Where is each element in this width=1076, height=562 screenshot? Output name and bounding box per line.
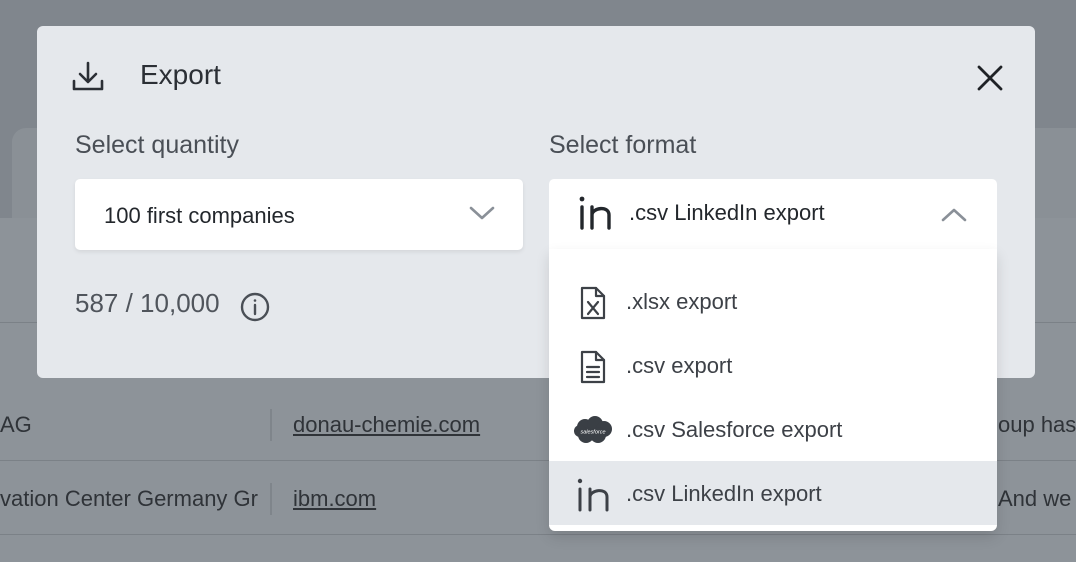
column-separator bbox=[270, 483, 272, 515]
company-cell: vation Center Germany Gr bbox=[0, 486, 258, 511]
option-label: .xlsx export bbox=[626, 289, 738, 314]
domain-link[interactable]: ibm.com bbox=[293, 486, 376, 512]
chevron-down-icon bbox=[469, 206, 495, 220]
format-select[interactable]: .csv LinkedIn export bbox=[549, 179, 997, 250]
modal-title: Export bbox=[140, 59, 221, 90]
document-icon bbox=[580, 350, 606, 384]
description-cell: And we bbox=[998, 486, 1072, 511]
chevron-up-icon bbox=[941, 208, 967, 222]
company-cell: AG bbox=[0, 412, 32, 437]
svg-text:salesforce: salesforce bbox=[580, 430, 605, 436]
quantity-value: 100 first companies bbox=[104, 203, 295, 228]
option-label: .csv LinkedIn export bbox=[626, 481, 822, 506]
linkedin-icon bbox=[577, 478, 609, 512]
option-label: .csv export bbox=[626, 353, 733, 378]
option-label: .csv Salesforce export bbox=[626, 417, 843, 442]
salesforce-icon: salesforce bbox=[574, 416, 612, 443]
option-linkedin[interactable]: .csv LinkedIn export bbox=[549, 461, 997, 525]
table-divider bbox=[0, 534, 1076, 535]
quantity-select[interactable]: 100 first companies bbox=[75, 179, 523, 250]
close-icon[interactable] bbox=[975, 63, 1005, 93]
excel-file-icon bbox=[580, 286, 606, 320]
linkedin-icon bbox=[579, 196, 611, 230]
column-separator bbox=[270, 409, 272, 441]
description-cell: oup has bbox=[998, 412, 1076, 437]
quota-counter: 587 / 10,000 bbox=[75, 288, 220, 318]
format-dropdown: .xlsx export .csv export salesforce .csv… bbox=[549, 249, 997, 531]
option-csv[interactable]: .csv export bbox=[549, 333, 997, 397]
quantity-label: Select quantity bbox=[75, 131, 239, 159]
download-icon bbox=[72, 61, 104, 91]
format-value: .csv LinkedIn export bbox=[629, 200, 825, 225]
option-xlsx[interactable]: .xlsx export bbox=[549, 269, 997, 333]
format-label: Select format bbox=[549, 131, 697, 159]
option-salesforce[interactable]: salesforce .csv Salesforce export bbox=[549, 397, 997, 461]
info-icon[interactable] bbox=[240, 292, 270, 322]
domain-link[interactable]: donau-chemie.com bbox=[293, 412, 480, 438]
